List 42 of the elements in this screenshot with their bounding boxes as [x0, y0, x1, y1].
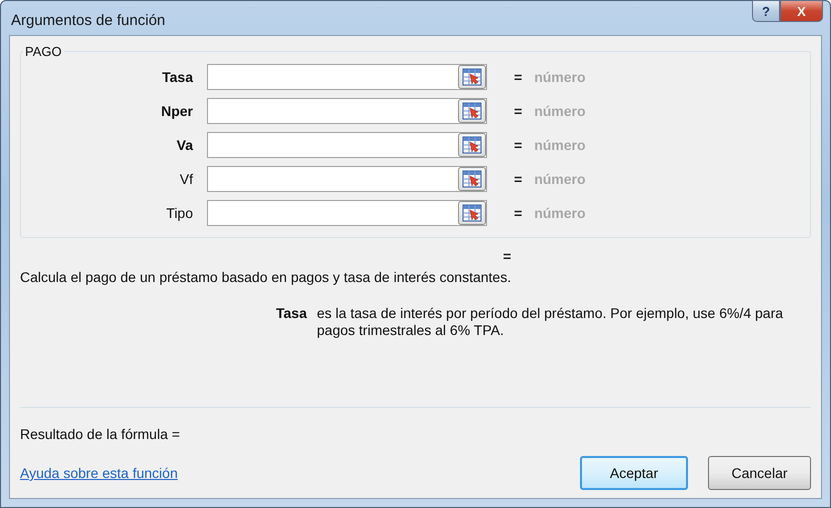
window-title: Argumentos de función: [11, 12, 166, 29]
range-select-icon: [462, 170, 482, 188]
equals-sign: =: [514, 69, 522, 85]
function-description: Calcula el pago de un préstamo basado en pagos y tasa de interés constantes.: [20, 269, 512, 285]
argument-label: Va: [176, 137, 194, 153]
equals-sign: =: [514, 103, 522, 119]
equals-sign: =: [514, 137, 522, 153]
argument-input[interactable]: [207, 166, 487, 192]
argument-label: Vf: [178, 171, 194, 187]
range-select-icon: [462, 102, 482, 120]
argument-value: número: [534, 205, 586, 221]
argument-label: Tipo: [165, 205, 194, 221]
collapse-dialog-button[interactable]: [458, 99, 486, 123]
argument-value: número: [534, 137, 586, 153]
collapse-dialog-button[interactable]: [458, 167, 486, 191]
help-button[interactable]: ?: [752, 0, 780, 22]
argument-label: Nper: [160, 103, 194, 119]
range-select-icon: [462, 204, 482, 222]
help-link[interactable]: Ayuda sobre esta función: [20, 465, 178, 481]
collapse-dialog-button[interactable]: [458, 65, 486, 89]
close-button[interactable]: X: [780, 0, 823, 22]
range-select-icon: [462, 136, 482, 154]
argument-value: número: [534, 103, 586, 119]
function-result: =: [503, 248, 512, 264]
equals-sign: =: [514, 205, 522, 221]
argument-input[interactable]: [207, 64, 487, 90]
argument-input[interactable]: [207, 98, 487, 124]
cancel-button[interactable]: Cancelar: [708, 456, 811, 490]
equals-sign: =: [514, 171, 522, 187]
argument-value: número: [534, 69, 586, 85]
collapse-dialog-button[interactable]: [458, 201, 486, 225]
collapse-dialog-button[interactable]: [458, 133, 486, 157]
argument-input[interactable]: [207, 200, 487, 226]
argument-value: número: [534, 171, 586, 187]
formula-result: Resultado de la fórmula =: [20, 426, 181, 442]
argument-description: es la tasa de interés por período del préstamo. Por ejemplo, use 6%/4 para pagos trimestrales al 6% TPA.: [316, 305, 784, 339]
range-select-icon: [462, 68, 482, 86]
function-name: PAGO: [24, 44, 63, 59]
argument-input[interactable]: [207, 132, 487, 158]
ok-button[interactable]: Aceptar: [580, 456, 688, 490]
argument-label: Tasa: [161, 69, 194, 85]
argument-name: Tasa: [276, 305, 307, 323]
